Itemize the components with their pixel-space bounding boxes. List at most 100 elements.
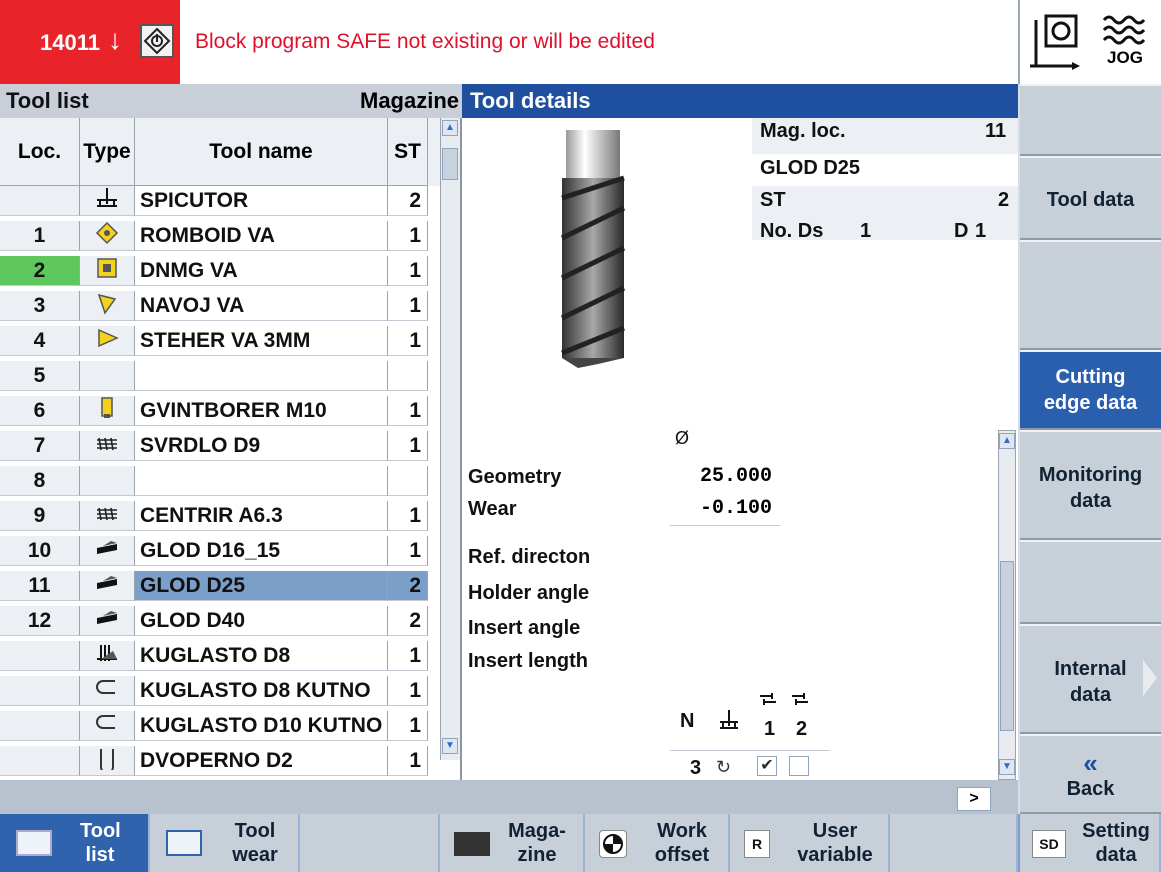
table-row[interactable]: 8	[0, 466, 440, 496]
scroll-down-icon[interactable]: ▼	[442, 738, 458, 754]
row-type	[80, 676, 135, 706]
table-row[interactable]: SPICUTOR 2	[0, 186, 440, 216]
thread-insert-icon	[95, 291, 119, 320]
tool-data-softkey[interactable]: Tool data	[1020, 156, 1161, 240]
ref-direction-label: Ref. directon	[468, 546, 591, 568]
tool-wear-line2: wear	[232, 844, 278, 866]
table-row[interactable]: 11 GLOD D25 2	[0, 571, 440, 601]
back-softkey[interactable]: « Back	[1020, 734, 1161, 814]
table-row[interactable]: 5	[0, 361, 440, 391]
monitoring-data-softkey[interactable]: Monitoring data	[1020, 430, 1161, 540]
hscroll-right-button[interactable]: >	[957, 787, 991, 811]
setting-data-softkey[interactable]: SD Setting data	[1020, 814, 1161, 872]
row-type	[80, 571, 135, 601]
table-row[interactable]: KUGLASTO D8 KUTNO 1	[0, 676, 440, 706]
tool-list-softkey[interactable]: Tool list	[0, 814, 150, 872]
row-location: 9	[0, 501, 80, 531]
row-tool-name: NAVOJ VA	[135, 291, 388, 321]
status-bar	[0, 780, 1018, 814]
table-row[interactable]: KUGLASTO D8 1	[0, 641, 440, 671]
row-st: 1	[388, 291, 428, 321]
row-location	[0, 711, 80, 741]
row-tool-name: DNMG VA	[135, 256, 388, 286]
spindle-direction-icon[interactable]: ↻	[716, 757, 731, 778]
table-row[interactable]: 6 GVINTBORER M10 1	[0, 396, 440, 426]
softkey-b7[interactable]	[890, 814, 1018, 872]
details-scroll-down-icon[interactable]: ▼	[999, 759, 1015, 775]
table-row[interactable]: KUGLASTO D10 KUTNO 1	[0, 711, 440, 741]
nods-value: 1	[860, 220, 872, 242]
table-row[interactable]: 2 DNMG VA 1	[0, 256, 440, 286]
coolant-1-checkbox[interactable]: ✔	[757, 756, 777, 776]
table-row[interactable]: 3 NAVOJ VA 1	[0, 291, 440, 321]
tool-details-header: Tool details	[462, 84, 1018, 118]
table-row[interactable]: 12 GLOD D40 2	[0, 606, 440, 636]
mill-icon	[95, 571, 119, 600]
jog-label: JOG	[1107, 48, 1143, 67]
row-st	[388, 361, 428, 391]
softkey-r6[interactable]	[1020, 540, 1161, 624]
internal-line2: data	[1069, 684, 1112, 706]
internal-arrow-icon	[1143, 660, 1157, 696]
table-row[interactable]: 4 STEHER VA 3MM 1	[0, 326, 440, 356]
user-variable-line1: User	[812, 820, 858, 842]
table-row[interactable]: DVOPERNO D2 1	[0, 746, 440, 776]
row-st: 1	[388, 326, 428, 356]
work-offset-line2: offset	[654, 844, 710, 866]
end-mill-image	[548, 128, 638, 373]
row-location: 1	[0, 221, 80, 251]
tool-table: Loc. Type Tool name ST SPICUTOR 2 1 ROMBOID…	[0, 118, 462, 814]
row-st: 1	[388, 711, 428, 741]
tool-wear-softkey[interactable]: Tool wear	[150, 814, 300, 872]
magazine-softkey[interactable]: Maga- zine	[440, 814, 585, 872]
jog-mode-icon[interactable]: JOG	[1094, 10, 1156, 76]
details-scroll-thumb[interactable]	[1000, 561, 1014, 731]
n-value[interactable]: 3	[690, 757, 701, 780]
row-tool-name: KUGLASTO D8 KUTNO	[135, 676, 388, 706]
table-row[interactable]: 1 ROMBOID VA 1	[0, 221, 440, 251]
col-tool-name: Tool name	[135, 118, 388, 186]
row-type	[80, 291, 135, 321]
cutting-edge-data-softkey[interactable]: Cutting edge data	[1020, 350, 1161, 430]
row-tool-name	[135, 466, 388, 496]
user-variable-softkey[interactable]: R User variable	[730, 814, 890, 872]
scroll-up-icon[interactable]: ▲	[442, 120, 458, 136]
internal-data-softkey[interactable]: Internal data	[1020, 624, 1161, 734]
row-tool-name: GLOD D40	[135, 606, 388, 636]
softkey-b3[interactable]	[300, 814, 440, 872]
tool-table-scrollbar[interactable]: ▲ ▼	[440, 118, 460, 760]
row-location: 7	[0, 431, 80, 461]
d-value: 1	[975, 220, 987, 242]
row-tool-name: CENTRIR A6.3	[135, 501, 388, 531]
work-offset-icon	[599, 830, 627, 858]
row-st: 1	[388, 431, 428, 461]
tap-icon	[95, 396, 119, 425]
axis-reference-icon[interactable]	[1026, 10, 1088, 76]
row-location: 4	[0, 326, 80, 356]
row-st: 1	[388, 501, 428, 531]
st-label: ST	[760, 189, 786, 211]
table-row[interactable]: 9 CENTRIR A6.3 1	[0, 501, 440, 531]
user-variable-icon: R	[744, 830, 770, 858]
row-st	[388, 466, 428, 496]
row-type	[80, 256, 135, 286]
row-type	[80, 641, 135, 671]
softkey-r1[interactable]	[1020, 84, 1161, 156]
work-offset-softkey[interactable]: Work offset	[585, 814, 730, 872]
cutting-edge-line1: Cutting	[1055, 366, 1126, 388]
wear-value[interactable]: -0.100	[670, 492, 780, 526]
alarm-number: 14011	[40, 30, 100, 55]
coolant-2-checkbox[interactable]	[789, 756, 809, 776]
diameter-icon: Ø	[675, 428, 690, 448]
nc-start-icon	[140, 24, 174, 58]
scroll-thumb[interactable]	[442, 148, 458, 180]
table-row[interactable]: 10 GLOD D16_15 1	[0, 536, 440, 566]
softkey-r3[interactable]	[1020, 240, 1161, 350]
details-scroll-up-icon[interactable]: ▲	[999, 433, 1015, 449]
row-tool-name: SVRDLO D9	[135, 431, 388, 461]
geometry-value[interactable]: 25.000	[670, 460, 780, 494]
geometry-label: Geometry	[468, 466, 562, 488]
details-scrollbar[interactable]: ▲ ▼	[998, 430, 1016, 780]
table-row[interactable]: 7 SVRDLO D9 1	[0, 431, 440, 461]
row-location: 10	[0, 536, 80, 566]
